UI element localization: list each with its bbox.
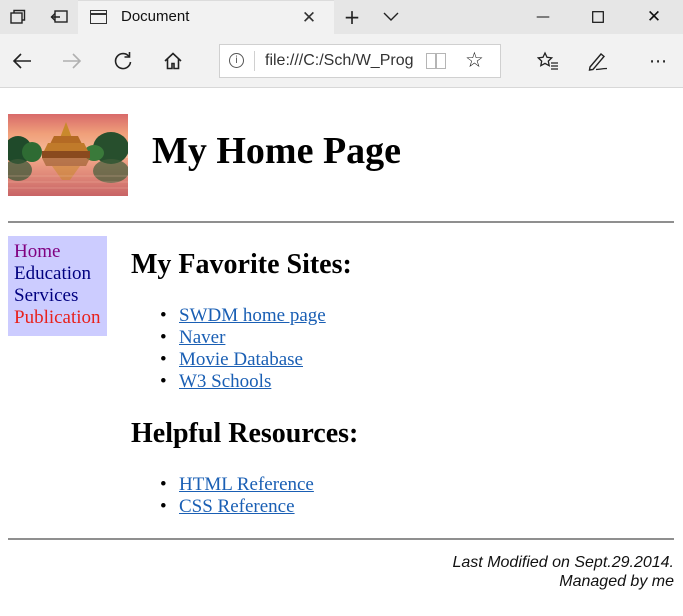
link-naver[interactable]: Naver: [179, 327, 225, 348]
info-icon[interactable]: i: [229, 53, 244, 68]
navigation-bar: i file:///C:/Sch/W_Prog ☆ ⋯: [0, 34, 683, 88]
nav-link-education[interactable]: Education: [14, 263, 107, 285]
forward-arrow-icon[interactable]: [55, 44, 89, 78]
address-bar[interactable]: i file:///C:/Sch/W_Prog ☆: [219, 44, 501, 78]
link-movie-database[interactable]: Movie Database: [179, 349, 303, 370]
link-css-reference[interactable]: CSS Reference: [179, 496, 295, 517]
helpful-resources-list: HTML Reference CSS Reference: [160, 474, 314, 518]
list-item: W3 Schools: [160, 371, 326, 393]
new-tab-icon[interactable]: +: [337, 0, 367, 34]
back-arrow-icon[interactable]: [5, 44, 39, 78]
managed-by-text: Managed by me: [559, 573, 674, 590]
pen-icon[interactable]: [581, 44, 615, 78]
address-text[interactable]: file:///C:/Sch/W_Prog: [265, 52, 415, 70]
close-tab-icon[interactable]: ✕: [298, 7, 320, 29]
chevron-down-icon[interactable]: [376, 0, 406, 34]
more-icon[interactable]: ⋯: [641, 44, 675, 78]
tab-preview-icon[interactable]: [3, 0, 33, 34]
address-divider: [254, 51, 255, 71]
list-item: CSS Reference: [160, 496, 314, 518]
link-html-reference[interactable]: HTML Reference: [179, 474, 314, 495]
footer-divider: [8, 538, 674, 540]
tab-document[interactable]: Document ✕: [78, 0, 334, 34]
side-navigation: Home Education Services Publication: [8, 236, 107, 336]
list-item: Movie Database: [160, 349, 326, 371]
nav-link-home[interactable]: Home: [14, 241, 107, 263]
nav-link-services[interactable]: Services: [14, 285, 107, 307]
last-modified-text: Last Modified on Sept.29.2014.: [452, 554, 675, 571]
refresh-icon[interactable]: [106, 44, 140, 78]
section-heading-resources: Helpful Resources:: [131, 418, 359, 449]
list-item: HTML Reference: [160, 474, 314, 496]
banner-image: [8, 114, 128, 196]
nav-link-publication[interactable]: Publication: [14, 307, 107, 329]
maximize-icon[interactable]: [575, 0, 621, 34]
favorite-sites-list: SWDM home page Naver Movie Database W3 S…: [160, 305, 326, 393]
section-heading-favorites: My Favorite Sites:: [131, 249, 352, 280]
tab-bar: Document ✕ + — ✕: [0, 0, 683, 34]
link-swdm[interactable]: SWDM home page: [179, 305, 326, 326]
page-icon: [90, 10, 107, 24]
page-footer: Last Modified on Sept.29.2014. Managed b…: [453, 553, 675, 591]
home-icon[interactable]: [156, 44, 190, 78]
minimize-icon[interactable]: —: [520, 0, 566, 34]
header-divider: [8, 221, 674, 223]
set-aside-tabs-icon[interactable]: [44, 0, 74, 34]
list-item: SWDM home page: [160, 305, 326, 327]
list-item: Naver: [160, 327, 326, 349]
star-icon[interactable]: ☆: [465, 48, 484, 72]
favorites-list-icon[interactable]: [531, 44, 565, 78]
page-viewport: My Home Page Home Education Services Pub…: [0, 88, 683, 616]
reading-view-icon[interactable]: [426, 53, 446, 69]
page-title: My Home Page: [152, 130, 402, 172]
tab-title: Document: [121, 8, 190, 25]
link-w3schools[interactable]: W3 Schools: [179, 371, 271, 392]
close-window-icon[interactable]: ✕: [631, 0, 677, 34]
